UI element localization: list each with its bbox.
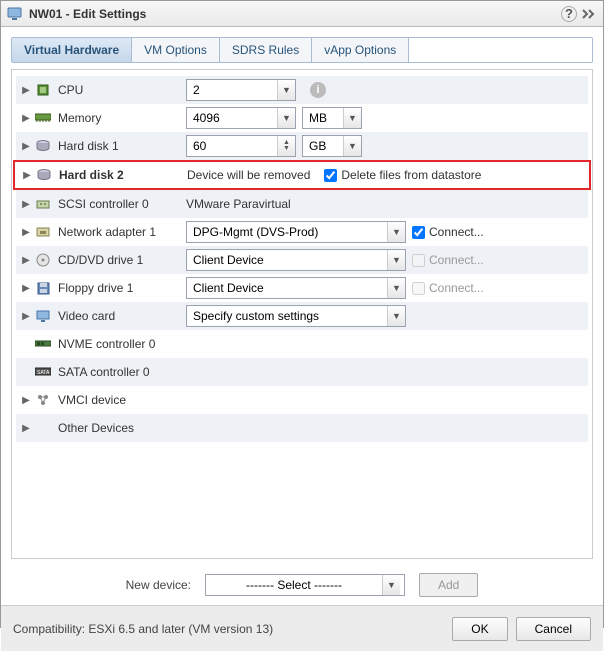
floppy-connect-label: Connect...: [429, 281, 484, 295]
row-cd: ▶ CD/DVD drive 1 ▼ Connect...: [16, 246, 588, 274]
cd-connect-checkbox: [412, 254, 425, 267]
new-device-bar: New device: ▼ Add: [11, 559, 593, 605]
row-memory: ▶ Memory ▼ ▼: [16, 104, 588, 132]
expander-icon[interactable]: ▶: [20, 283, 32, 294]
row-floppy: ▶ Floppy drive 1 ▼ Connect...: [16, 274, 588, 302]
ok-button[interactable]: OK: [452, 617, 507, 641]
row-scsi: ▶ SCSI controller 0 VMware Paravirtual: [16, 190, 588, 218]
row-nvme: NVME controller 0: [16, 330, 588, 358]
compatibility-text: Compatibility: ESXi 6.5 and later (VM ve…: [13, 622, 444, 636]
window-title: NW01 - Edit Settings: [29, 7, 561, 21]
memory-icon: [34, 110, 52, 126]
cd-connect-label: Connect...: [429, 253, 484, 267]
row-net: ▶ Network adapter 1 ▼ Connect...: [16, 218, 588, 246]
hd1-label: Hard disk 1: [58, 139, 186, 153]
tab-sdrs-rules[interactable]: SDRS Rules: [220, 38, 312, 62]
expander-icon[interactable]: ▶: [20, 227, 32, 238]
expander-icon[interactable]: ▶: [20, 395, 32, 406]
new-device-label: New device:: [126, 578, 191, 592]
row-video: ▶ Video card ▼: [16, 302, 588, 330]
video-select[interactable]: ▼: [186, 305, 406, 327]
floppy-icon: [34, 280, 52, 296]
memory-label: Memory: [58, 111, 186, 125]
expander-icon[interactable]: ▶: [20, 141, 32, 152]
row-hd2: ▶ Hard disk 2 Device will be removed Del…: [13, 160, 591, 190]
nvme-label: NVME controller 0: [58, 337, 186, 351]
hd1-unit-select[interactable]: ▼: [302, 135, 362, 157]
other-label: Other Devices: [58, 421, 186, 435]
nvme-icon: [34, 336, 52, 352]
expander-icon[interactable]: ▶: [20, 199, 32, 210]
cd-icon: [34, 252, 52, 268]
row-vmci: ▶ VMCI device: [16, 386, 588, 414]
expander-icon[interactable]: ▶: [21, 170, 33, 181]
hd1-size-input[interactable]: ▲▼: [186, 135, 296, 157]
help-icon[interactable]: ?: [561, 6, 577, 22]
add-button: Add: [419, 573, 478, 597]
expander-icon[interactable]: ▶: [20, 255, 32, 266]
row-hd1: ▶ Hard disk 1 ▲▼ ▼: [16, 132, 588, 160]
cancel-button[interactable]: Cancel: [516, 617, 591, 641]
delete-files-checkbox[interactable]: [324, 169, 337, 182]
disk-icon: [35, 167, 53, 183]
tab-vapp-options[interactable]: vApp Options: [312, 38, 409, 62]
floppy-connect-checkbox: [412, 282, 425, 295]
hd2-remove-msg: Device will be removed: [187, 168, 310, 182]
tab-vm-options[interactable]: VM Options: [132, 38, 220, 62]
cpu-select[interactable]: ▼: [186, 79, 296, 101]
hardware-panel: ▶ CPU ▼ i ▶ Memory ▼ ▼ ▶ Hard disk 1 ▲▼ …: [11, 69, 593, 559]
video-label: Video card: [58, 309, 186, 323]
svg-text:SATA: SATA: [37, 370, 50, 376]
new-device-select[interactable]: ▼: [205, 574, 405, 596]
sata-label: SATA controller 0: [58, 365, 186, 379]
floppy-select[interactable]: ▼: [186, 277, 406, 299]
net-connect-checkbox[interactable]: [412, 226, 425, 239]
vmci-icon: [34, 392, 52, 408]
net-select[interactable]: ▼: [186, 221, 406, 243]
network-icon: [34, 224, 52, 240]
expander-icon[interactable]: ▶: [20, 113, 32, 124]
cpu-icon: [34, 82, 52, 98]
video-icon: [34, 308, 52, 324]
memory-unit-select[interactable]: ▼: [302, 107, 362, 129]
net-connect-label: Connect...: [429, 225, 484, 239]
footer: Compatibility: ESXi 6.5 and later (VM ve…: [1, 605, 603, 651]
info-icon[interactable]: i: [310, 82, 326, 98]
row-other: ▶ Other Devices: [16, 414, 588, 442]
scsi-label: SCSI controller 0: [58, 197, 186, 211]
titlebar: NW01 - Edit Settings ?: [1, 1, 603, 27]
row-cpu: ▶ CPU ▼ i: [16, 76, 588, 104]
tab-bar: Virtual Hardware VM Options SDRS Rules v…: [11, 37, 593, 63]
expander-icon[interactable]: ▶: [20, 311, 32, 322]
net-label: Network adapter 1: [58, 225, 186, 239]
scsi-value: VMware Paravirtual: [186, 197, 291, 211]
cd-label: CD/DVD drive 1: [58, 253, 186, 267]
vmci-label: VMCI device: [58, 393, 186, 407]
vm-icon: [7, 7, 23, 21]
sata-icon: SATA: [34, 364, 52, 380]
delete-files-label: Delete files from datastore: [341, 168, 481, 182]
expander-icon[interactable]: ▶: [20, 85, 32, 96]
expander-icon[interactable]: ▶: [20, 423, 32, 434]
row-sata: SATA SATA controller 0: [16, 358, 588, 386]
disk-icon: [34, 138, 52, 154]
popout-icon[interactable]: [581, 8, 597, 20]
cd-select[interactable]: ▼: [186, 249, 406, 271]
memory-input[interactable]: ▼: [186, 107, 296, 129]
cpu-label: CPU: [58, 83, 186, 97]
floppy-label: Floppy drive 1: [58, 281, 186, 295]
tab-virtual-hardware[interactable]: Virtual Hardware: [12, 38, 132, 62]
controller-icon: [34, 196, 52, 212]
hd2-label: Hard disk 2: [59, 168, 187, 182]
